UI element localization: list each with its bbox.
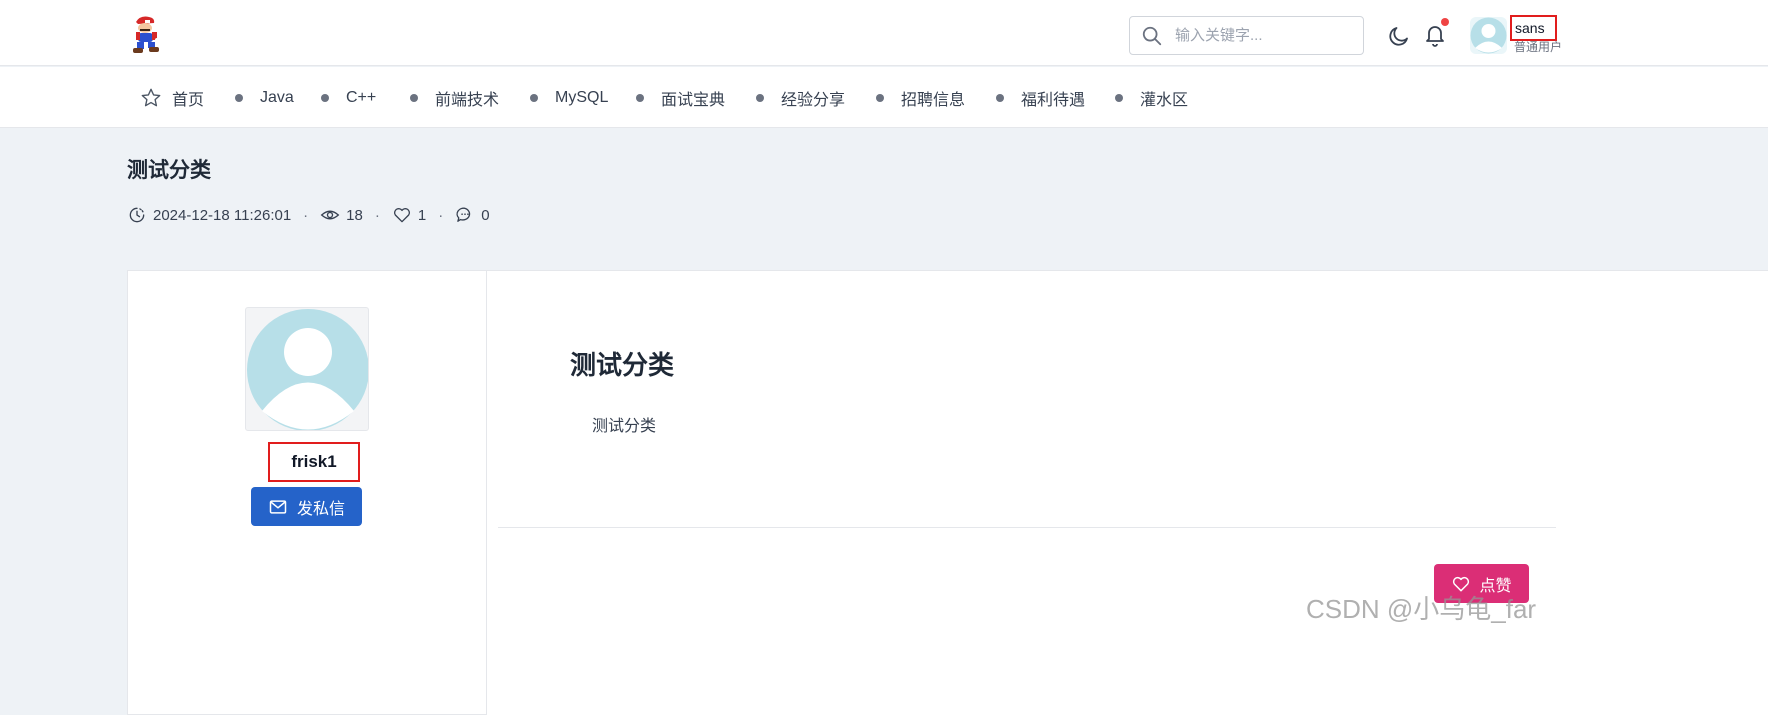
nav-item-interview[interactable]: 面试宝典	[636, 67, 725, 128]
meta-separator: ·	[438, 206, 444, 224]
send-message-label: 发私信	[296, 500, 345, 518]
bullet-icon	[636, 93, 644, 102]
bullet-icon	[235, 93, 243, 102]
top-header: sans 普通用户	[0, 0, 1768, 66]
nav-item-home[interactable]: 首页	[140, 67, 204, 128]
nav-item-label: 前端技术	[435, 91, 500, 109]
post-time: 2024-12-18 11:26:01	[153, 206, 292, 224]
author-card: frisk1 发私信	[127, 270, 487, 715]
author-name[interactable]: frisk1	[268, 442, 360, 482]
notification-badge	[1441, 18, 1449, 26]
post-meta: 2024-12-18 11:26:01 · 18 · 1 · 0	[127, 204, 490, 226]
nav-item-jobs[interactable]: 招聘信息	[876, 67, 965, 128]
send-message-button[interactable]: 发私信	[251, 487, 362, 526]
star-icon	[141, 88, 161, 106]
mail-icon	[269, 499, 287, 514]
nav-item-label: C++	[346, 88, 377, 106]
nav-item-mysql[interactable]: MySQL	[530, 67, 608, 128]
clock-icon	[129, 207, 145, 223]
bullet-icon	[530, 93, 538, 102]
bullet-icon	[876, 93, 884, 102]
heart-icon	[393, 208, 410, 223]
search-box[interactable]	[1129, 16, 1364, 55]
nav-item-label: Java	[260, 88, 294, 106]
post-comments: 0	[481, 206, 490, 224]
bullet-icon	[410, 93, 418, 102]
dark-mode-moon-icon[interactable]	[1387, 24, 1411, 48]
nav-item-label: 招聘信息	[901, 91, 966, 109]
nav-item-cpp[interactable]: C++	[321, 67, 376, 128]
bullet-icon	[321, 93, 329, 102]
avatar-placeholder-icon	[247, 309, 368, 430]
bullet-icon	[1115, 93, 1123, 102]
nav-item-benefits[interactable]: 福利待遇	[996, 67, 1085, 128]
nav-item-label: 经验分享	[781, 91, 846, 109]
nav-item-label: 福利待遇	[1021, 91, 1086, 109]
avatar-placeholder-icon	[1470, 17, 1507, 54]
search-icon	[1142, 26, 1162, 45]
bullet-icon	[996, 93, 1004, 102]
author-avatar[interactable]	[245, 307, 369, 431]
divider	[498, 527, 1556, 528]
user-role: 普通用户	[1514, 40, 1563, 54]
bullet-icon	[756, 93, 764, 102]
post-content-card: 测试分类 测试分类 点赞	[487, 270, 1768, 715]
nav-item-label: 灌水区	[1140, 91, 1189, 109]
eye-icon	[320, 210, 340, 220]
user-avatar[interactable]	[1470, 17, 1507, 54]
search-input[interactable]	[1175, 27, 1355, 44]
watermark: CSDN @小乌龟_far	[1306, 594, 1537, 624]
meta-separator: ·	[303, 206, 309, 224]
post-title: 测试分类	[127, 159, 211, 182]
comment-icon	[456, 207, 471, 222]
nav-item-experience[interactable]: 经验分享	[756, 67, 845, 128]
mario-logo-icon	[132, 16, 161, 53]
nav-item-label: 首页	[172, 91, 205, 109]
site-logo[interactable]	[128, 14, 162, 54]
meta-separator: ·	[374, 206, 380, 224]
post-views: 18	[346, 206, 363, 224]
post-likes: 1	[417, 206, 427, 224]
nav-item-java[interactable]: Java	[235, 67, 294, 128]
content-title: 测试分类	[570, 350, 675, 380]
nav-item-chat[interactable]: 灌水区	[1115, 67, 1188, 128]
content-body: 测试分类	[592, 418, 657, 435]
nav-item-label: 面试宝典	[661, 91, 726, 109]
category-nav: 首页 Java C++ 前端技术 MySQL 面试宝典 经验分享 招聘信息 福利…	[0, 67, 1768, 128]
nav-item-frontend[interactable]: 前端技术	[410, 67, 499, 128]
nav-item-label: MySQL	[555, 88, 609, 106]
